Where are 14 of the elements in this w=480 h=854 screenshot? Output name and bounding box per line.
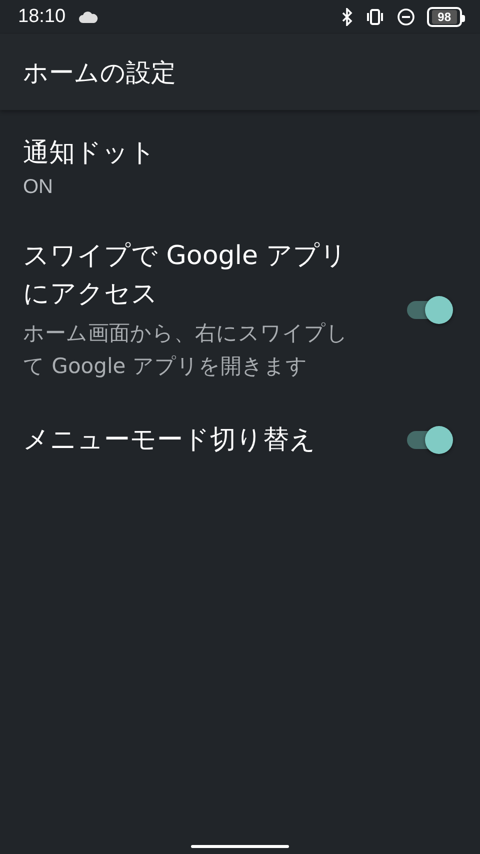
page-title: ホームの設定 xyxy=(23,56,176,88)
setting-title: メニューモード切り替え xyxy=(23,424,317,457)
bluetooth-icon xyxy=(340,8,353,26)
clock: 18:10 xyxy=(18,6,66,28)
setting-value: ON xyxy=(23,176,54,199)
setting-summary: ホーム画面から、右にスワイプして Google アプリを開きます xyxy=(23,320,349,380)
toggle-switch[interactable] xyxy=(407,426,453,454)
setting-title: 通知ドット xyxy=(23,137,157,170)
battery-indicator: 98 xyxy=(426,7,462,27)
vibrate-icon xyxy=(364,9,385,25)
cloud-icon xyxy=(78,11,98,23)
do-not-disturb-icon xyxy=(396,8,415,26)
toggle-switch[interactable] xyxy=(407,296,453,324)
setting-title: スワイプで Google アプリにアクセス xyxy=(23,240,348,311)
